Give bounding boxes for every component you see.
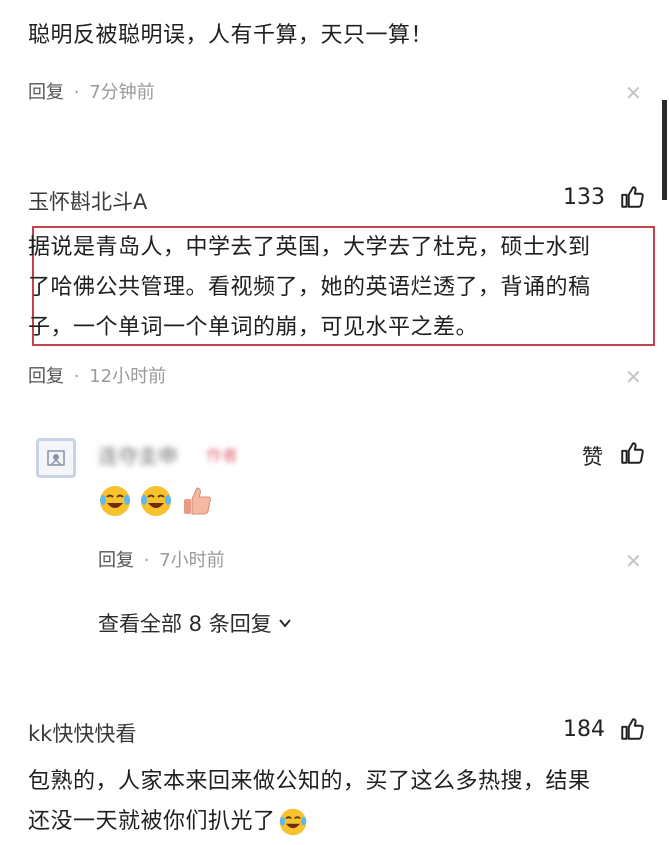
view-all-replies-label: 查看全部 8 条回复 — [98, 612, 272, 636]
comment-2-line-1: 据说是青岛人，中学去了英国，大学去了杜克，硕士水到 — [28, 235, 591, 260]
thumbs-up-icon[interactable] — [619, 440, 645, 466]
comment-2-meta: 回复 · 12小时前 — [28, 362, 166, 388]
comment-3-like-count: 184 — [563, 717, 605, 742]
comment-3-line-2: 还没一天就被你们扒光了 — [28, 809, 276, 834]
comment-3-username[interactable]: kk快快快看 — [28, 718, 136, 748]
reply-button[interactable]: 回复 — [28, 82, 64, 103]
chevron-down-icon — [278, 619, 291, 628]
comment-2-like-count: 133 — [563, 185, 605, 210]
comment-time: 12小时前 — [89, 366, 167, 387]
comment-3-body: 包熟的，人家本来回来做公知的，买了这么多热搜，结果 还没一天就被你们扒光了 — [28, 762, 591, 842]
thumbs-up-icon[interactable] — [619, 716, 645, 742]
sub-reply-meta: 回复 · 7小时前 — [98, 546, 225, 572]
comment-2-line-2: 了哈佛公共管理。看视频了，她的英语烂透了，背诵的稿 — [28, 275, 591, 300]
meta-separator: · — [73, 82, 80, 103]
laughing-tears-emoji — [100, 486, 130, 516]
comment-2-username[interactable]: 玉怀斟北斗A — [28, 186, 147, 216]
scrollbar-thumb[interactable] — [662, 100, 667, 200]
comment-time: 7小时前 — [159, 550, 225, 571]
close-icon[interactable]: ✕ — [625, 83, 642, 103]
thumbs-up-emoji — [184, 487, 212, 515]
comment-2-body: 据说是青岛人，中学去了英国，大学去了杜克，硕士水到 了哈佛公共管理。看视频了，她… — [28, 228, 591, 348]
thumbs-up-icon[interactable] — [619, 184, 645, 210]
laughing-tears-emoji — [141, 486, 172, 516]
avatar-image-icon — [47, 450, 65, 466]
emoji-row — [98, 484, 214, 522]
comment-time: 7分钟前 — [89, 82, 155, 103]
laughing-tears-emoji — [279, 808, 306, 836]
author-badge: 作者 — [206, 446, 239, 465]
close-icon[interactable]: ✕ — [625, 551, 642, 571]
close-icon[interactable]: ✕ — [625, 367, 642, 387]
meta-separator: · — [73, 366, 80, 387]
sub-reply-username[interactable]: 连夺圭申 — [98, 440, 178, 469]
comment-1-text: 聪明反被聪明误，人有千算，天只一算！ — [28, 23, 434, 48]
comment-1-meta: 回复 · 7分钟前 — [28, 78, 155, 104]
sub-reply-like-label: 赞 — [582, 445, 603, 469]
reply-button[interactable]: 回复 — [98, 550, 134, 571]
reply-button[interactable]: 回复 — [28, 366, 64, 387]
comment-3-line-2-row: 还没一天就被你们扒光了 — [28, 802, 591, 842]
meta-separator: · — [143, 550, 150, 571]
avatar[interactable] — [36, 438, 76, 478]
view-all-replies-button[interactable]: 查看全部 8 条回复 — [98, 608, 294, 638]
comment-3-line-1: 包熟的，人家本来回来做公知的，买了这么多热搜，结果 — [28, 769, 591, 794]
comment-2-line-3: 子，一个单词一个单词的崩，可见水平之差。 — [28, 315, 479, 340]
